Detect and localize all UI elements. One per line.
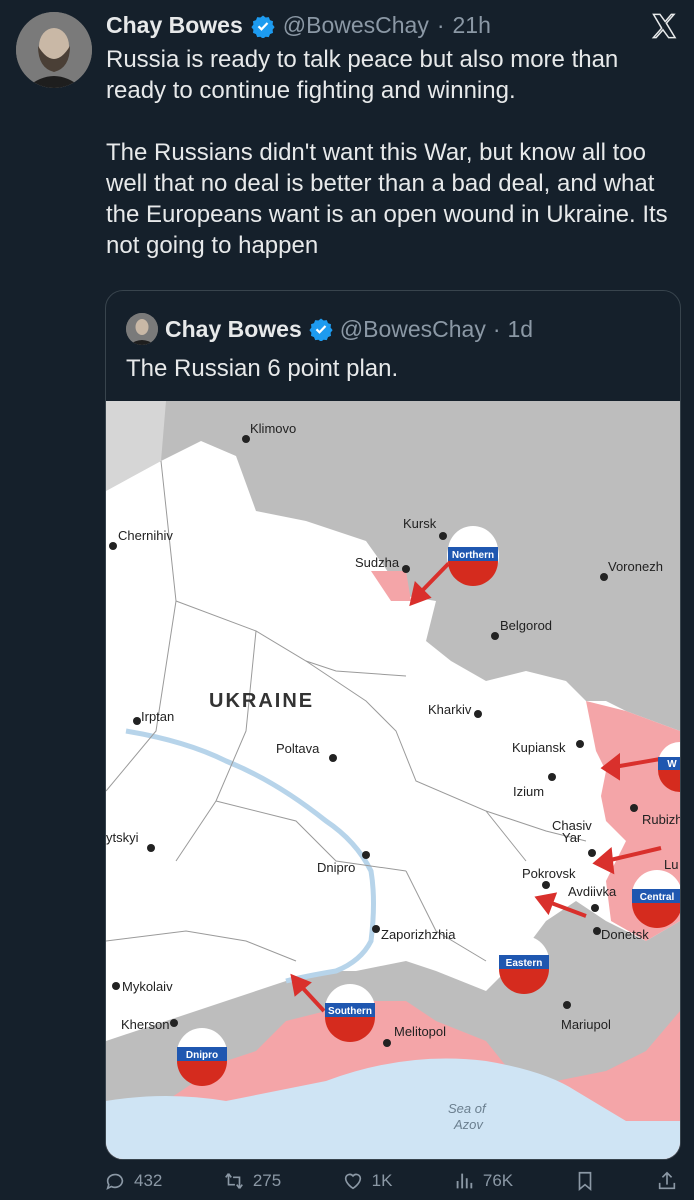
- city-label-kharkiv: Kharkiv: [428, 702, 472, 717]
- city-label-izium: Izium: [513, 784, 544, 799]
- action-bar: 432 275 1K 76K: [104, 1170, 678, 1192]
- quoted-tweet-header: Chay Bowes @BowesChay · 1d: [126, 313, 533, 345]
- group-label-dnipro: Dnipro: [186, 1050, 218, 1061]
- group-badge-dnipro: Dnipro: [177, 1028, 227, 1086]
- group-label-eastern: Eastern: [506, 958, 543, 969]
- author-name[interactable]: Chay Bowes: [106, 12, 243, 39]
- country-label: UKRAINE: [209, 690, 314, 712]
- separator-dot: ·: [492, 315, 501, 342]
- city-label-sudzha: Sudzha: [355, 555, 400, 570]
- reply-count: 432: [134, 1171, 163, 1190]
- x-logo-icon[interactable]: [650, 12, 678, 40]
- quoted-tweet[interactable]: Chay Bowes @BowesChay · 1d The Russian 6…: [105, 290, 681, 1160]
- group-label-northern: Northern: [452, 550, 494, 561]
- tweet-text: Russia is ready to talk peace but also m…: [106, 44, 676, 261]
- city-label-voronezh: Voronezh: [608, 559, 663, 574]
- heart-icon: [344, 1173, 361, 1190]
- tweet-time[interactable]: 21h: [453, 12, 491, 39]
- city-label-kupiansk: Kupiansk: [512, 740, 566, 755]
- city-label-chernihiv: Chernihiv: [118, 528, 173, 543]
- city-label-yar: Yar: [562, 830, 582, 845]
- separator-dot: ·: [436, 12, 445, 38]
- bookmark-icon: [578, 1171, 591, 1192]
- group-badge-central: Central: [632, 870, 680, 928]
- city-label-lu: Lu: [664, 857, 678, 872]
- sea-label-line2: Azov: [453, 1117, 484, 1132]
- author-handle[interactable]: @BowesChay: [283, 12, 429, 39]
- like-button[interactable]: 1K: [342, 1170, 393, 1192]
- sea-label-line1: Sea of: [448, 1101, 487, 1116]
- quoted-tweet-text: The Russian 6 point plan.: [126, 355, 399, 382]
- group-badge-southern: Southern: [325, 984, 375, 1042]
- city-label-pokrovsk: Pokrovsk: [522, 866, 576, 881]
- retweet-icon: [224, 1173, 243, 1189]
- group-label-central: Central: [640, 892, 675, 903]
- city-label-irpin: Irptan: [141, 709, 174, 724]
- tweet-header: Chay Bowes @BowesChay · 21h: [106, 12, 491, 39]
- city-label-klimovo: Klimovo: [250, 421, 296, 436]
- city-label-rubizhne: Rubizh: [642, 812, 680, 827]
- city-label-melitopol: Melitopol: [394, 1024, 446, 1039]
- tweet-paragraph: The Russians didn't want this War, but k…: [106, 139, 668, 259]
- map-image[interactable]: Klimovo Chernihiv Kursk Sudzha Voronezh …: [106, 401, 680, 1159]
- city-label-mykolaiv: Mykolaiv: [122, 979, 173, 994]
- city-label-belgorod: Belgorod: [500, 618, 552, 633]
- quoted-author-name: Chay Bowes: [165, 315, 302, 342]
- city-label-ytskyi: ytskyi: [106, 830, 139, 845]
- city-label-mariupol: Mariupol: [561, 1017, 611, 1032]
- city-label-kherson: Kherson: [121, 1017, 169, 1032]
- city-label-zaporizhzhia: Zaporizhzhia: [381, 927, 456, 942]
- city-label-poltava: Poltava: [276, 741, 320, 756]
- group-label-southern: Southern: [328, 1006, 372, 1017]
- group-badge-northern: Northern: [447, 526, 499, 586]
- city-label-avdiivka: Avdiivka: [568, 884, 617, 899]
- verified-badge-icon: [309, 318, 333, 341]
- author-avatar[interactable]: [16, 12, 92, 88]
- city-label-donetsk: Donetsk: [601, 927, 649, 942]
- retweet-count: 275: [252, 1171, 282, 1190]
- group-badge-eastern: Eastern: [499, 936, 549, 994]
- quoted-author-avatar: [126, 313, 158, 345]
- reply-button[interactable]: 432: [104, 1170, 162, 1192]
- views-button[interactable]: 76K: [453, 1170, 513, 1192]
- group-label-w: W: [667, 759, 677, 770]
- like-count: 1K: [371, 1171, 393, 1190]
- tweet-paragraph: Russia is ready to talk peace but also m…: [106, 46, 619, 104]
- quoted-author-handle: @BowesChay: [339, 315, 486, 342]
- reply-icon: [106, 1173, 124, 1190]
- share-icon: [658, 1171, 676, 1190]
- quoted-tweet-time: 1d: [507, 315, 534, 342]
- verified-badge-icon: [251, 15, 275, 38]
- views-count: 76K: [482, 1171, 514, 1190]
- bookmark-button[interactable]: [574, 1170, 596, 1192]
- city-label-dnipro: Dnipro: [317, 860, 355, 875]
- city-label-kursk: Kursk: [403, 516, 437, 531]
- share-button[interactable]: [656, 1170, 678, 1192]
- analytics-icon: [456, 1173, 473, 1189]
- retweet-button[interactable]: 275: [223, 1170, 281, 1192]
